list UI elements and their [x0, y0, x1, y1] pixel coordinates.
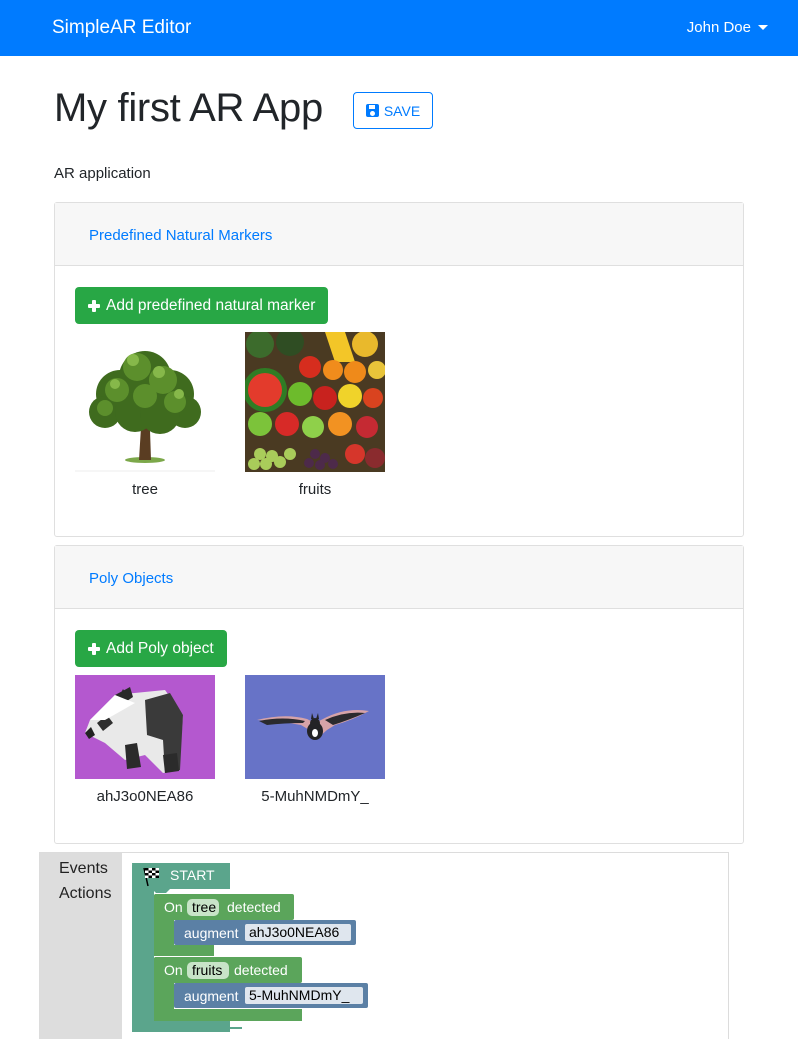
- marker-field: fruits: [192, 962, 222, 978]
- user-menu[interactable]: John Doe: [687, 19, 768, 36]
- navbar: SimpleAR Editor John Doe: [0, 0, 798, 56]
- markers-card-header: Predefined Natural Markers: [55, 203, 743, 266]
- save-label: SAVE: [383, 102, 421, 119]
- toolbox-actions[interactable]: Actions: [59, 885, 111, 903]
- page-title: My first AR App: [54, 86, 323, 130]
- save-icon: [365, 104, 379, 117]
- object-field: ahJ3o0NEA86: [249, 924, 340, 940]
- save-button[interactable]: SAVE: [353, 92, 433, 129]
- marker-item-fruits[interactable]: fruits: [245, 332, 385, 498]
- tree-image: [75, 332, 215, 472]
- markers-header-link[interactable]: Predefined Natural Markers: [89, 227, 272, 244]
- poly-item-bat[interactable]: 5-MuhNMDmY_: [245, 675, 385, 805]
- add-poly-button[interactable]: Add Poly object: [75, 630, 227, 667]
- marker-field: tree: [192, 899, 216, 915]
- marker-label: fruits: [298, 481, 332, 498]
- marker-label: tree: [132, 481, 158, 498]
- toolbox-events[interactable]: Events: [59, 860, 108, 878]
- start-label: START: [170, 867, 215, 883]
- add-poly-label: Add Poly object: [106, 639, 214, 657]
- fruits-image: [245, 332, 385, 472]
- augment-label: augment: [184, 925, 239, 941]
- on-label: On: [164, 962, 183, 978]
- detected-label: detected: [234, 962, 288, 978]
- detected-label: detected: [227, 899, 281, 915]
- poly-label: 5-MuhNMDmY_: [261, 788, 369, 805]
- bat-image: [245, 675, 385, 779]
- marker-item-tree[interactable]: tree: [75, 332, 215, 498]
- blockly-workspace[interactable]: Events Actions START On tree detected au…: [39, 852, 729, 1039]
- panda-image: [75, 675, 215, 779]
- event-block-fruits[interactable]: On fruits detected augment 5-MuhNMDmY_: [154, 957, 368, 1021]
- poly-card: Poly Objects Add Poly object ahJ3o0NEA86: [54, 545, 744, 844]
- poly-label: ahJ3o0NEA86: [96, 788, 194, 805]
- user-name[interactable]: John Doe: [687, 19, 751, 36]
- plus-icon: [88, 642, 100, 655]
- poly-header-link[interactable]: Poly Objects: [89, 570, 173, 587]
- poly-card-header: Poly Objects: [55, 546, 743, 609]
- caret-down-icon[interactable]: [758, 25, 768, 30]
- add-marker-button[interactable]: Add predefined natural marker: [75, 287, 329, 324]
- navbar-brand[interactable]: SimpleAR Editor: [52, 17, 191, 39]
- add-marker-label: Add predefined natural marker: [106, 296, 316, 314]
- poly-item-panda[interactable]: ahJ3o0NEA86: [75, 675, 215, 805]
- event-block-tree[interactable]: On tree detected augment ahJ3o0NEA86: [154, 894, 356, 956]
- blockly-canvas: START On tree detected augment ahJ3o0NEA…: [132, 863, 368, 1032]
- markers-card: Predefined Natural Markers Add predefine…: [54, 202, 744, 537]
- augment-label: augment: [184, 988, 239, 1004]
- blockly-toolbox: Events Actions: [40, 853, 122, 1039]
- app-description: AR application: [54, 165, 151, 182]
- object-field: 5-MuhNMDmY_: [249, 987, 350, 1003]
- plus-icon: [88, 299, 100, 312]
- on-label: On: [164, 899, 183, 915]
